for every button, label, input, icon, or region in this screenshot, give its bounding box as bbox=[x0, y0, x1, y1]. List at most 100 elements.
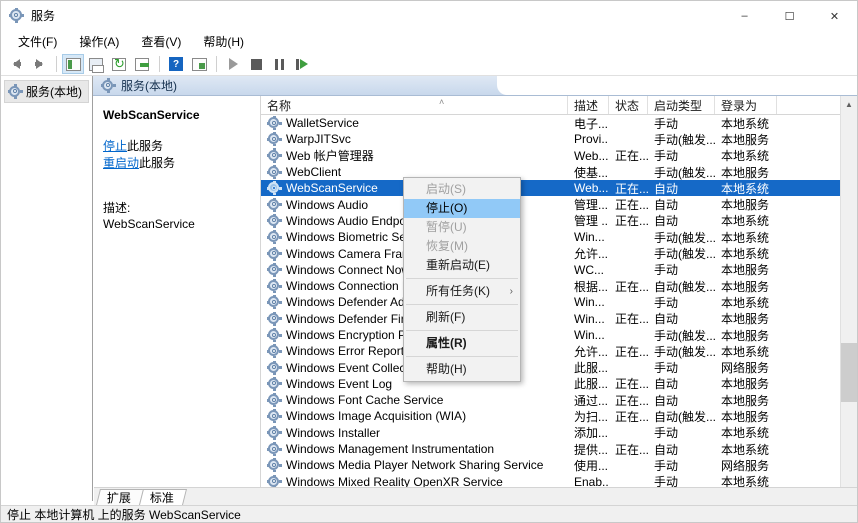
cell-desc: Win... bbox=[574, 311, 605, 326]
properties-button[interactable] bbox=[188, 54, 210, 74]
table-row[interactable]: WebScanService Web... 正在... 自动 本地系统 bbox=[261, 180, 857, 197]
service-name-label: Windows Management Instrumentation bbox=[286, 442, 495, 457]
context-menu: 启动(S) 停止(O) 暂停(U) 恢复(M) 重新启动(E) 所有任务(K) › 刷新(F)… bbox=[403, 177, 521, 382]
back-button[interactable] bbox=[5, 54, 27, 74]
ctx-all-tasks[interactable]: 所有任务(K) › bbox=[404, 282, 520, 301]
cell-logon: 本地服务 bbox=[721, 393, 770, 408]
ctx-restart[interactable]: 重新启动(E) bbox=[404, 256, 520, 275]
table-row[interactable]: Windows Event Collector 此服... 手动 网络服务 bbox=[261, 359, 857, 375]
restart-service-button[interactable] bbox=[291, 54, 313, 74]
table-row[interactable]: Windows Connect Now - C... WC... 手动 本地服务 bbox=[261, 262, 857, 278]
cell-state: 正在... bbox=[615, 214, 648, 229]
pause-service-button[interactable] bbox=[268, 54, 290, 74]
column-header-logon[interactable]: 登录为 bbox=[715, 96, 777, 114]
table-row[interactable]: Windows Installer 添加... 手动 本地系统 bbox=[261, 425, 857, 441]
ctx-help[interactable]: 帮助(H) bbox=[404, 360, 520, 379]
restart-icon bbox=[295, 58, 309, 70]
stop-link-action: 停止 bbox=[103, 139, 128, 153]
ctx-start-label: 启动(S) bbox=[426, 182, 466, 196]
cell-start: 手动 bbox=[654, 295, 679, 310]
cell-desc: 管理... bbox=[574, 198, 609, 213]
stop-service-link[interactable]: 停止此服务 bbox=[103, 138, 250, 155]
ctx-restart-label: 重新启动(E) bbox=[426, 258, 490, 272]
scrollbar-thumb[interactable] bbox=[840, 343, 857, 403]
scroll-up-button[interactable]: ▲ bbox=[840, 96, 857, 113]
column-header-start[interactable]: 启动类型 bbox=[648, 96, 715, 114]
cell-desc: WC... bbox=[574, 262, 604, 277]
cell-state: 正在... bbox=[615, 149, 648, 164]
menu-help-label: 帮助(H) bbox=[203, 35, 244, 49]
table-row[interactable]: Windows Biometric Service Win... 手动(触发... 本… bbox=[261, 229, 857, 245]
cell-start: 手动(触发... bbox=[654, 132, 715, 147]
table-row[interactable]: WebClient 使基... 手动(触发... 本地服务 bbox=[261, 164, 857, 180]
question-mark-icon: ? bbox=[169, 57, 183, 71]
table-row[interactable]: Windows Font Cache Service 通过... 正在... 自动 本地… bbox=[261, 392, 857, 408]
ctx-properties[interactable]: 属性(R) bbox=[404, 334, 520, 353]
table-row[interactable]: WalletService 电子... 手动 本地系统 bbox=[261, 115, 857, 131]
tab-extended[interactable]: 扩展 bbox=[96, 489, 145, 505]
maximize-button[interactable]: ☐ bbox=[767, 1, 812, 31]
table-row[interactable]: Windows Error Reporting Se... 允许... 正在... 手… bbox=[261, 343, 857, 359]
cell-name: WarpJITSvc bbox=[261, 132, 568, 147]
service-detail-panel: WebScanService 停止此服务 重启动此服务 描述: WebScanS… bbox=[93, 96, 261, 501]
ctx-refresh[interactable]: 刷新(F) bbox=[404, 308, 520, 327]
window-controls: – ☐ ✕ bbox=[722, 1, 857, 31]
refresh-button[interactable] bbox=[108, 54, 130, 74]
show-tree-button[interactable] bbox=[62, 54, 84, 74]
help-button[interactable]: ? bbox=[165, 54, 187, 74]
menu-separator bbox=[406, 356, 518, 357]
cell-desc: 电子... bbox=[574, 116, 609, 131]
cell-start: 自动 bbox=[654, 312, 679, 327]
table-row[interactable]: Windows Audio Endpoint Bu... 管理 ... 正在... 自… bbox=[261, 213, 857, 229]
menu-view[interactable]: 查看(V) bbox=[130, 32, 192, 52]
table-row[interactable]: Windows Defender Firewall Win... 正在... 自动 本地… bbox=[261, 311, 857, 327]
table-row[interactable]: Windows Camera Frame Se... 允许... 手动(触发... 本… bbox=[261, 245, 857, 261]
table-row[interactable]: Windows Event Log 此服... 正在... 自动 本地服务 bbox=[261, 376, 857, 392]
sidebar-item-services-local[interactable]: 服务(本地) bbox=[4, 80, 89, 103]
start-service-button[interactable] bbox=[222, 54, 244, 74]
column-header-state[interactable]: 状态 bbox=[609, 96, 648, 114]
table-row[interactable]: Windows Connection Mana... 根据... 正在... 自动(触… bbox=[261, 278, 857, 294]
ctx-stop[interactable]: 停止(O) bbox=[404, 199, 520, 218]
close-button[interactable]: ✕ bbox=[812, 1, 857, 31]
table-row[interactable]: Web 帐户管理器 Web... 正在... 手动 本地系统 bbox=[261, 148, 857, 164]
ctx-properties-label: 属性(R) bbox=[426, 336, 467, 350]
service-gear-icon bbox=[266, 279, 282, 294]
table-row[interactable]: Windows Management Instrumentation 提供... 正… bbox=[261, 441, 857, 457]
forward-button[interactable] bbox=[28, 54, 50, 74]
menu-help[interactable]: 帮助(H) bbox=[192, 32, 255, 52]
table-row[interactable]: Windows Defender Advanc... Win... 手动 本地系统 bbox=[261, 294, 857, 310]
services-gear-icon bbox=[100, 78, 116, 93]
cell-start: 手动 bbox=[654, 263, 679, 278]
stop-service-button[interactable] bbox=[245, 54, 267, 74]
service-name-label: WebClient bbox=[286, 165, 342, 180]
table-row[interactable]: Windows Media Player Network Sharing Ser… bbox=[261, 457, 857, 473]
service-gear-icon bbox=[266, 295, 282, 310]
column-header-desc[interactable]: 描述 bbox=[568, 96, 609, 114]
table-row[interactable]: Windows Image Acquisition (WIA) 为扫... 正在..… bbox=[261, 408, 857, 424]
table-row[interactable]: Windows Encryption Provid... Win... 手动(触发.… bbox=[261, 327, 857, 343]
ctx-refresh-label: 刷新(F) bbox=[426, 310, 466, 324]
table-row[interactable]: Windows Audio 管理... 正在... 自动 本地服务 bbox=[261, 196, 857, 212]
cell-start: 手动 bbox=[654, 361, 679, 376]
cell-logon: 本地服务 bbox=[721, 198, 770, 213]
vertical-scrollbar[interactable]: ▲ ▼ bbox=[840, 96, 857, 501]
cell-desc: Win... bbox=[574, 295, 605, 310]
restart-service-link[interactable]: 重启动此服务 bbox=[103, 155, 250, 172]
save-list-button[interactable] bbox=[85, 54, 107, 74]
service-gear-icon bbox=[266, 262, 282, 277]
table-row[interactable]: WarpJITSvc Provi... 手动(触发... 本地服务 bbox=[261, 131, 857, 147]
scrollbar-track[interactable] bbox=[840, 113, 857, 484]
cell-start: 自动 bbox=[654, 214, 679, 229]
menu-separator bbox=[406, 278, 518, 279]
column-header-name[interactable]: 名称 ˄ bbox=[261, 96, 568, 114]
tab-standard[interactable]: 标准 bbox=[139, 489, 188, 505]
pause-icon bbox=[274, 58, 285, 70]
cell-logon: 本地系统 bbox=[721, 230, 770, 245]
minimize-button[interactable]: – bbox=[722, 1, 767, 31]
cell-start: 手动(触发... bbox=[654, 165, 715, 180]
export-list-button[interactable] bbox=[131, 54, 153, 74]
menu-action[interactable]: 操作(A) bbox=[68, 32, 130, 52]
cell-logon: 本地系统 bbox=[721, 344, 770, 359]
menu-file[interactable]: 文件(F) bbox=[7, 32, 68, 52]
